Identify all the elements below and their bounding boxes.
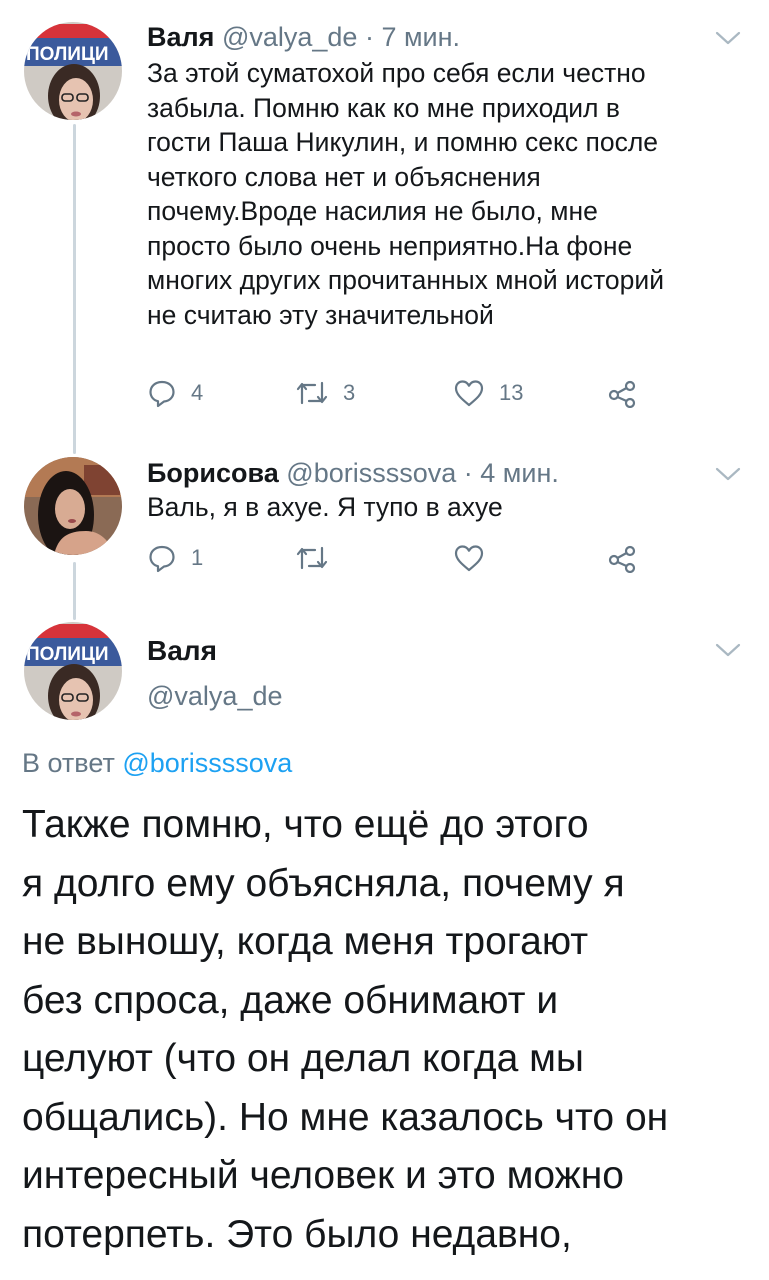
reply-count: 1: [191, 545, 204, 570]
tweet-text-line: я долго ему объясняла, почему я: [22, 861, 625, 905]
avatar[interactable]: ПОЛИЦИ: [24, 22, 122, 120]
tweet-text-line: просто было очень неприятно.На фоне: [147, 230, 633, 261]
tweet-text-line: За этой суматохой про себя если честно: [147, 58, 646, 88]
tweet-text-line: интересный человек и это можно: [22, 1154, 624, 1197]
author-name[interactable]: Борисова: [147, 458, 279, 488]
tweet-text-line: целуют (что он делал когда мы: [22, 1037, 584, 1080]
tweet-text-line: общались). Но мне казалось что он: [22, 1095, 669, 1139]
avatar[interactable]: [24, 457, 122, 555]
author-name[interactable]: Валя: [147, 635, 217, 667]
tweet-text-line: многих других прочитанных мной историй: [147, 265, 664, 295]
tweet-text-line: почему.Вроде насилия не было, мне: [147, 196, 598, 226]
tweet-text: За этой суматохой про себя если честно з…: [147, 56, 757, 332]
chevron-down-icon[interactable]: [715, 466, 741, 482]
tweet-actions: 4 3 13: [147, 378, 667, 418]
tweet-text-line: потерпеть. Это было недавно,: [22, 1212, 572, 1256]
tweet-actions: 1: [147, 543, 667, 583]
tweet-text-line: не считаю эту значительной: [147, 299, 494, 330]
chevron-down-icon[interactable]: [715, 642, 741, 658]
thread-line: [73, 124, 76, 454]
tweet-text-line: Также помню, что ещё до этого: [22, 803, 589, 846]
reply-prefix: В ответ: [22, 748, 115, 778]
header-separator: ·: [364, 22, 374, 52]
tweet-text-line: не выношу, когда меня трогают: [22, 920, 589, 963]
tweet-text-line: осенью вроже: [22, 1264, 668, 1280]
share-icon: [608, 380, 636, 408]
author-name[interactable]: Валя: [147, 22, 214, 52]
author-handle[interactable]: @valya_de: [222, 22, 358, 52]
like-button[interactable]: [453, 543, 485, 573]
retweet-button[interactable]: 3: [295, 378, 355, 408]
share-button[interactable]: [607, 543, 637, 573]
author-handle[interactable]: @borissssova: [286, 458, 456, 488]
heart-icon: [454, 380, 484, 407]
header-separator: ·: [463, 458, 473, 488]
tweet-header: Валя @valya_de · 7 мин.: [147, 20, 460, 54]
heart-icon: [454, 545, 484, 572]
like-count: 13: [499, 380, 524, 405]
reply-context: В ответ @borissssova: [22, 748, 292, 779]
share-button[interactable]: [607, 378, 637, 408]
reply-icon: [149, 380, 175, 408]
thread-line: [73, 562, 76, 620]
author-handle[interactable]: @valya_de: [147, 681, 283, 712]
retweet-button[interactable]: [295, 543, 329, 573]
tweet-time[interactable]: 7 мин.: [381, 22, 460, 52]
reply-button[interactable]: 1: [147, 543, 203, 573]
retweet-icon: [296, 546, 328, 570]
avatar-sign-text: ПОЛИЦИ: [26, 44, 109, 65]
tweet-text: Также помню, что ещё до этого я долго ем…: [22, 796, 668, 1280]
reply-count: 4: [191, 380, 204, 405]
chevron-down-icon[interactable]: [715, 30, 741, 46]
retweet-icon: [296, 381, 328, 405]
tweet-text-line: без спроса, даже обнимают и: [22, 978, 559, 1022]
tweet-text-line: четкого слова нет и объяснения: [147, 161, 541, 192]
reply-icon: [149, 545, 175, 573]
tweet-text-line: гости Паша Никулин, и помню секс после: [147, 127, 659, 157]
reply-mention-link[interactable]: @borissssova: [122, 748, 292, 778]
avatar-sign-text: ПОЛИЦИ: [26, 644, 109, 665]
retweet-count: 3: [343, 380, 356, 405]
avatar[interactable]: ПОЛИЦИ: [24, 622, 122, 720]
tweet-text: Валь, я в ахуе. Я тупо в ахуе: [147, 490, 757, 525]
tweet-time[interactable]: 4 мин.: [480, 458, 559, 488]
like-button[interactable]: 13: [453, 378, 523, 408]
reply-button[interactable]: 4: [147, 378, 203, 408]
tweet-header: Борисова @borissssova · 4 мин.: [147, 456, 559, 490]
share-icon: [608, 545, 636, 573]
tweet-text-line: Валь, я в ахуе. Я тупо в ахуе: [147, 492, 503, 522]
tweet-text-line: забыла. Помню как ко мне приходил в: [147, 92, 620, 123]
